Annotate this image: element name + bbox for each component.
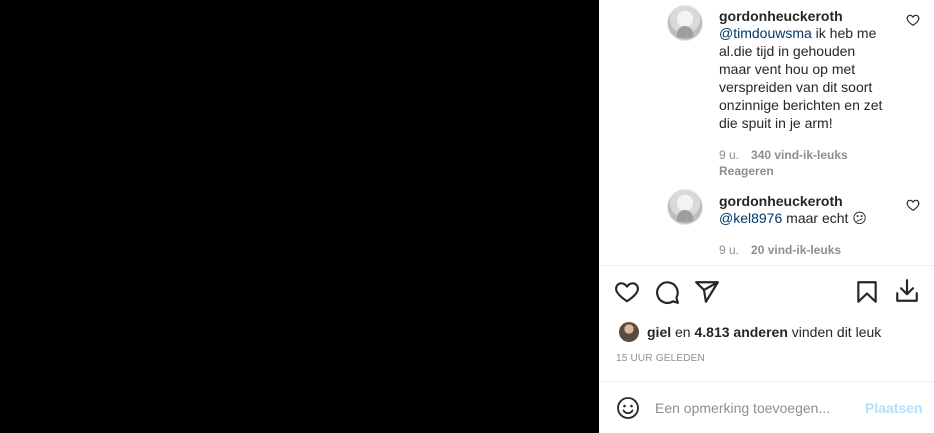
comment-meta: 9 u. 340 vind-ik-leuks xyxy=(719,148,848,162)
likes-others[interactable]: 4.813 anderen xyxy=(694,324,787,340)
post-timestamp[interactable]: 15 UUR GELEDEN xyxy=(616,353,705,364)
reply-button[interactable]: Reageren xyxy=(719,164,774,178)
comment-mention[interactable]: @timdouwsma xyxy=(719,25,812,41)
like-comment-heart-icon[interactable] xyxy=(906,198,920,212)
post-comment-button[interactable]: Plaatsen xyxy=(865,400,923,416)
divider xyxy=(599,381,934,382)
comment-likes[interactable]: 20 vind-ik-leuks xyxy=(751,243,841,257)
comment-time: 9 u. xyxy=(719,148,740,162)
post-media[interactable] xyxy=(0,0,599,433)
comments-panel: gordonheuckeroth @timdouwsma ik heb me a… xyxy=(599,0,934,433)
comment-text: @timdouwsma ik heb me al.die tijd in geh… xyxy=(719,24,889,132)
emoji-icon[interactable] xyxy=(616,396,640,420)
comment-mention[interactable]: @kel8976 xyxy=(719,210,782,226)
comment-meta: 9 u. 20 vind-ik-leuks xyxy=(719,243,841,257)
comment-body: maar echt 😕 xyxy=(782,210,867,226)
likes-suffix: vinden dit leuk xyxy=(787,324,882,340)
comment-icon[interactable] xyxy=(654,279,680,305)
bookmark-icon[interactable] xyxy=(854,279,880,305)
comment-likes[interactable]: 340 vind-ik-leuks xyxy=(751,148,848,162)
comment-text: @kel8976 maar echt 😕 xyxy=(719,209,889,227)
avatar[interactable] xyxy=(667,189,703,225)
avatar[interactable] xyxy=(667,5,703,41)
liker-avatar[interactable] xyxy=(619,322,639,342)
comment-time: 9 u. xyxy=(719,243,740,257)
download-icon[interactable] xyxy=(894,278,920,304)
like-comment-heart-icon[interactable] xyxy=(906,13,920,27)
likes-summary: giel en 4.813 anderen vinden dit leuk xyxy=(619,321,881,343)
comment-input[interactable] xyxy=(655,398,845,418)
likes-connector: en xyxy=(671,324,695,340)
divider xyxy=(599,265,934,266)
comment-username[interactable]: gordonheuckeroth xyxy=(719,8,843,24)
post-viewer: gordonheuckeroth @timdouwsma ik heb me a… xyxy=(0,0,934,433)
comment-username[interactable]: gordonheuckeroth xyxy=(719,193,843,209)
first-liker[interactable]: giel xyxy=(647,324,671,340)
heart-icon[interactable] xyxy=(614,279,640,305)
share-icon[interactable] xyxy=(694,279,720,305)
